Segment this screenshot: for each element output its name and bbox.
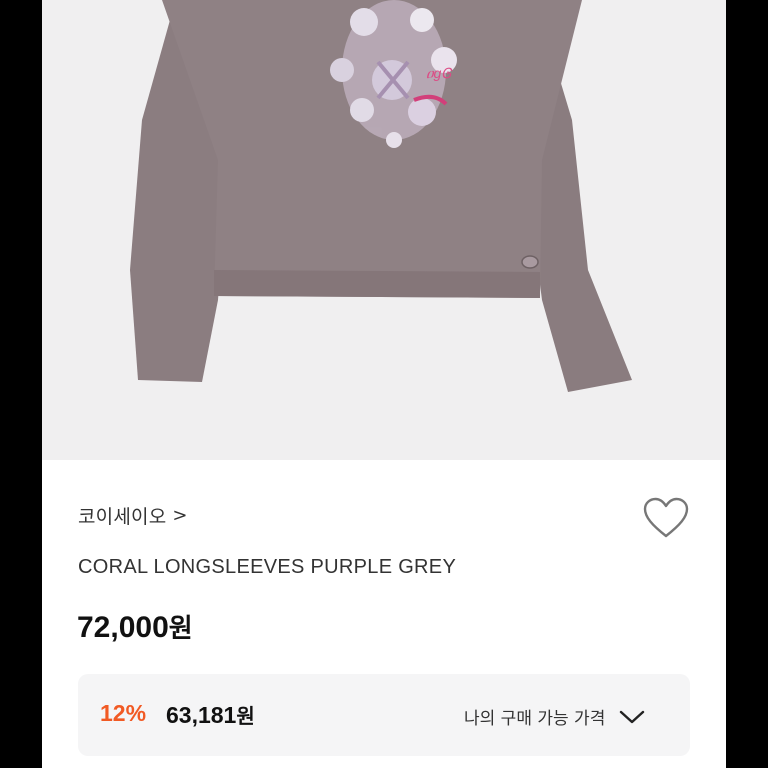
chevron-down-icon	[620, 710, 645, 723]
discount-unit: 원	[236, 704, 255, 728]
discount-rate: 12%	[100, 700, 147, 726]
discount-panel[interactable]: 12% 63,181원 나의 구매 가능 가격	[78, 674, 690, 756]
my-price-toggle[interactable]: 나의 구매 가능 가격	[464, 704, 645, 729]
shirt-illustration: ዐgᎶ	[130, 0, 632, 392]
discount-price: 63,181원	[166, 700, 255, 729]
price-unit: 원	[168, 614, 193, 644]
product-page: ዐgᎶ 코이세이오 > CORAL LONGSLEEVES PURPLE GRE…	[42, 0, 726, 768]
logo-patch	[521, 255, 539, 269]
heart-icon[interactable]	[642, 496, 690, 540]
product-info: 코이세이오 > CORAL LONGSLEEVES PURPLE GREY 72…	[42, 460, 726, 768]
my-price-label: 나의 구매 가능 가격	[464, 709, 606, 729]
product-title: CORAL LONGSLEEVES PURPLE GREY	[78, 556, 457, 578]
svg-text:ዐgᎶ: ዐgᎶ	[426, 65, 452, 81]
discount-amount: 63,181	[166, 702, 237, 728]
chevron-right-icon: >	[172, 505, 188, 526]
brand-name: 코이세이오	[78, 506, 167, 528]
price-amount: 72,000	[77, 611, 169, 644]
product-price: 72,000원	[77, 608, 193, 645]
brand-link[interactable]: 코이세이오 >	[78, 502, 188, 529]
product-image: ዐgᎶ	[42, 0, 726, 460]
